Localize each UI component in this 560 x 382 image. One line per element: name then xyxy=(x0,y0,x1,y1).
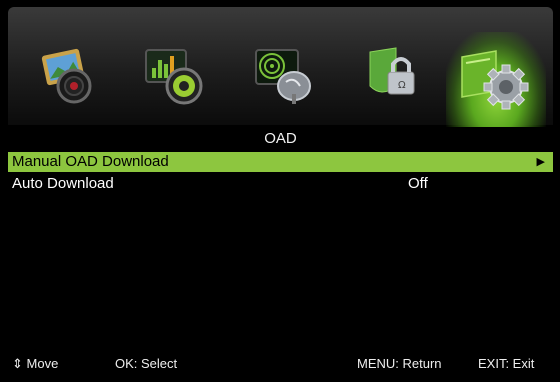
tv-osd-screen: Ω OAD Manual OAD Download ▶ Auto Downloa… xyxy=(8,7,553,377)
menu-item-label: Manual OAD Download xyxy=(12,153,169,170)
menu-icon-bar: Ω xyxy=(8,7,553,127)
footer-hints: ⇕ Move OK: Select MENU: Return EXIT: Exi… xyxy=(8,351,553,377)
submenu-arrow-icon: ▶ xyxy=(536,156,545,168)
page-title: OAD xyxy=(264,130,297,147)
menu-item-manual-oad-download[interactable]: Manual OAD Download ▶ xyxy=(8,152,553,172)
lock-menu-icon: Ω xyxy=(369,47,415,95)
setup-menu-icon xyxy=(461,49,529,109)
menu-item-value: Off xyxy=(408,175,428,192)
lock-menu-tile[interactable]: Ω xyxy=(354,37,434,115)
move-hint: ⇕ Move xyxy=(12,351,58,377)
menu-item-auto-download[interactable]: Auto Download Off xyxy=(8,174,553,194)
move-hint-label: Move xyxy=(26,356,59,371)
picture-menu-icon xyxy=(41,48,92,104)
up-down-arrows-icon: ⇕ xyxy=(12,356,23,371)
menu-return-hint: MENU: Return xyxy=(357,356,442,371)
svg-text:Ω: Ω xyxy=(398,80,406,91)
exit-hint: EXIT: Exit xyxy=(478,356,535,371)
setup-menu-tile[interactable] xyxy=(446,32,546,127)
sound-menu-tile[interactable] xyxy=(136,37,216,115)
ok-select-hint: OK: Select xyxy=(115,356,178,371)
menu-item-label: Auto Download xyxy=(12,175,114,192)
channel-menu-tile[interactable] xyxy=(246,37,326,115)
channel-menu-icon xyxy=(255,49,311,104)
sound-menu-icon xyxy=(145,49,203,105)
picture-menu-tile[interactable] xyxy=(30,37,110,115)
